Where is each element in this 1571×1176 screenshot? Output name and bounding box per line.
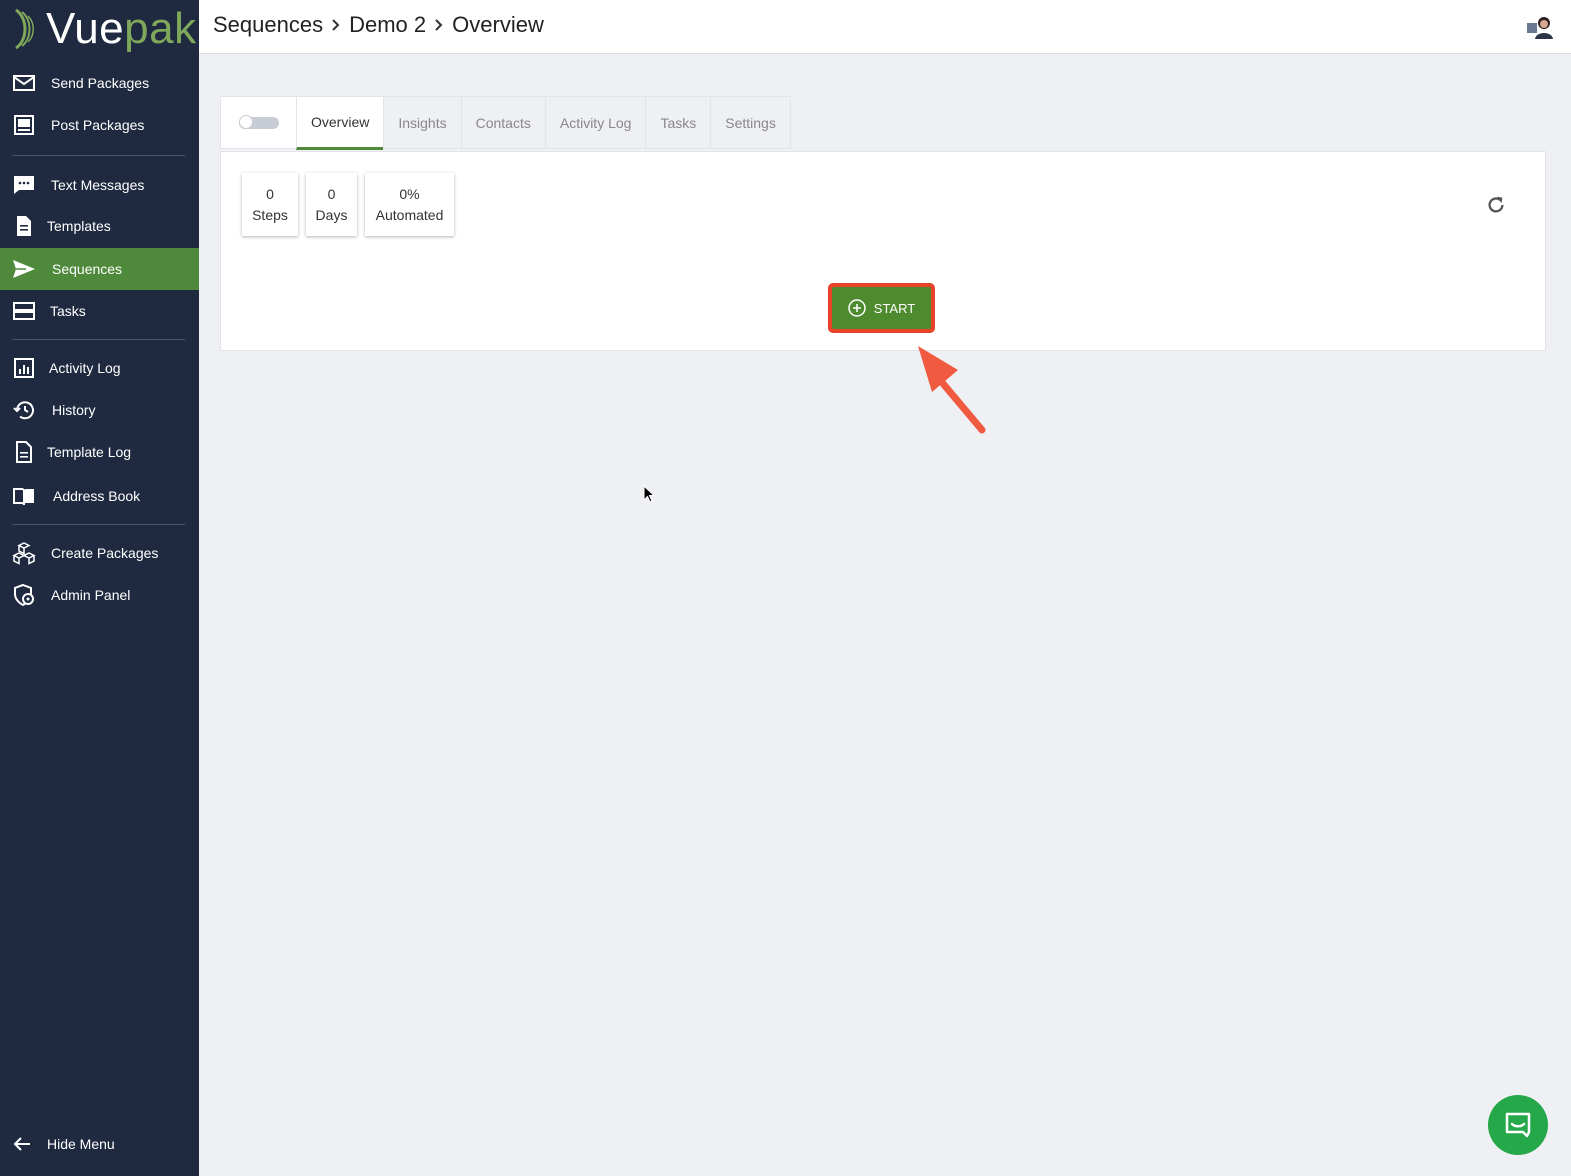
tasks-icon xyxy=(12,299,36,323)
stat-automated: 0% Automated xyxy=(365,173,454,236)
tab-contacts[interactable]: Contacts xyxy=(460,96,545,149)
stat-label: Days xyxy=(315,206,348,223)
sidebar-item-label: History xyxy=(52,402,96,418)
vuepak-logo[interactable]: Vuepak xyxy=(12,6,197,52)
document-icon xyxy=(12,214,36,238)
sidebar-item-text-messages[interactable]: Text Messages xyxy=(0,164,199,206)
sidebar-item-post-packages[interactable]: Post Packages xyxy=(0,104,199,146)
refresh-icon[interactable] xyxy=(1485,194,1507,216)
stat-days: 0 Days xyxy=(306,173,357,236)
mouse-cursor-icon xyxy=(643,485,656,503)
breadcrumb-overview: Overview xyxy=(452,12,544,37)
breadcrumb: Sequences Demo 2 Overview xyxy=(213,12,544,38)
stat-value: 0 xyxy=(327,185,336,202)
hide-menu-label: Hide Menu xyxy=(47,1136,115,1152)
document-outline-icon xyxy=(12,440,36,464)
sidebar-item-template-log[interactable]: Template Log xyxy=(0,431,199,473)
sidebar-item-create-packages[interactable]: Create Packages xyxy=(0,532,199,574)
chevron-right-icon xyxy=(433,18,445,32)
sidebar-item-label: Template Log xyxy=(47,444,132,460)
chat-bubble-icon xyxy=(12,173,36,197)
tab-activity-log[interactable]: Activity Log xyxy=(544,96,646,149)
boxes-icon xyxy=(12,541,36,565)
logo-text-vue: Vue xyxy=(46,4,125,53)
plus-circle-icon xyxy=(848,299,866,317)
sidebar-item-label: Send Packages xyxy=(51,75,150,91)
sidebar-item-label: Text Messages xyxy=(51,177,145,193)
start-button-highlight: START xyxy=(828,283,935,333)
start-button[interactable]: START xyxy=(832,287,931,329)
user-avatar[interactable] xyxy=(1527,15,1555,39)
sidebar-item-send-packages[interactable]: Send Packages xyxy=(0,62,199,104)
chat-icon xyxy=(1505,1112,1531,1138)
breadcrumb-sequences[interactable]: Sequences xyxy=(213,12,323,38)
stat-value: 0% xyxy=(399,185,420,202)
overview-panel: 0 Steps 0 Days 0% Automated START xyxy=(220,151,1546,351)
tab-overview[interactable]: Overview xyxy=(296,96,384,150)
sidebar-item-label: Post Packages xyxy=(51,117,145,133)
admin-shield-icon xyxy=(12,583,36,607)
sidebar-item-activity-log[interactable]: Activity Log xyxy=(0,347,199,389)
toggle-knob xyxy=(238,114,253,129)
stat-label: Steps xyxy=(252,206,288,223)
sidebar-item-label: Templates xyxy=(47,218,111,234)
sequence-toggle-tab[interactable] xyxy=(220,96,296,149)
logo-text: Vuepak xyxy=(46,6,197,52)
chevron-right-icon xyxy=(330,18,342,32)
sidebar-item-tasks[interactable]: Tasks xyxy=(0,290,199,332)
sidebar-item-label: Admin Panel xyxy=(51,587,131,603)
sidebar-divider xyxy=(12,339,185,340)
sidebar-divider xyxy=(12,155,185,156)
annotation-arrow xyxy=(918,346,986,434)
hide-menu-button[interactable]: Hide Menu xyxy=(0,1123,199,1165)
sidebar: Vuepak Send Packages Post Packages Text … xyxy=(0,0,199,1176)
logo-swoosh-icon xyxy=(15,8,34,50)
sidebar-item-templates[interactable]: Templates xyxy=(0,205,199,247)
sequence-active-toggle[interactable] xyxy=(238,114,279,129)
sidebar-item-admin-panel[interactable]: Admin Panel xyxy=(0,574,199,616)
tab-bar: Overview Insights Contacts Activity Log … xyxy=(220,96,791,151)
post-icon xyxy=(12,113,36,137)
stat-label: Automated xyxy=(375,206,444,223)
sidebar-item-label: Sequences xyxy=(52,261,123,277)
logo-text-pak: pak xyxy=(124,4,197,53)
sidebar-item-label: Activity Log xyxy=(49,360,121,376)
top-bar: Sequences Demo 2 Overview xyxy=(199,0,1571,54)
start-button-label: START xyxy=(873,300,916,316)
history-icon xyxy=(12,398,36,422)
tab-settings[interactable]: Settings xyxy=(710,96,791,149)
stat-value: 0 xyxy=(266,185,274,202)
sidebar-item-label: Address Book xyxy=(53,488,141,504)
mail-icon xyxy=(12,71,36,95)
sidebar-item-history[interactable]: History xyxy=(0,389,199,431)
breadcrumb-demo-2[interactable]: Demo 2 xyxy=(349,12,426,38)
chart-icon xyxy=(12,356,36,380)
sidebar-item-sequences[interactable]: Sequences xyxy=(0,248,199,290)
tab-tasks[interactable]: Tasks xyxy=(645,96,711,149)
stat-steps: 0 Steps xyxy=(242,173,298,236)
arrow-left-icon xyxy=(10,1132,34,1156)
sidebar-divider xyxy=(12,524,185,525)
send-icon xyxy=(12,257,36,281)
tab-insights[interactable]: Insights xyxy=(383,96,461,149)
sidebar-item-address-book[interactable]: Address Book xyxy=(0,475,199,517)
book-icon xyxy=(12,484,36,508)
sidebar-item-label: Create Packages xyxy=(51,545,159,561)
sidebar-item-label: Tasks xyxy=(50,303,86,319)
chat-launcher-button[interactable] xyxy=(1488,1095,1548,1155)
